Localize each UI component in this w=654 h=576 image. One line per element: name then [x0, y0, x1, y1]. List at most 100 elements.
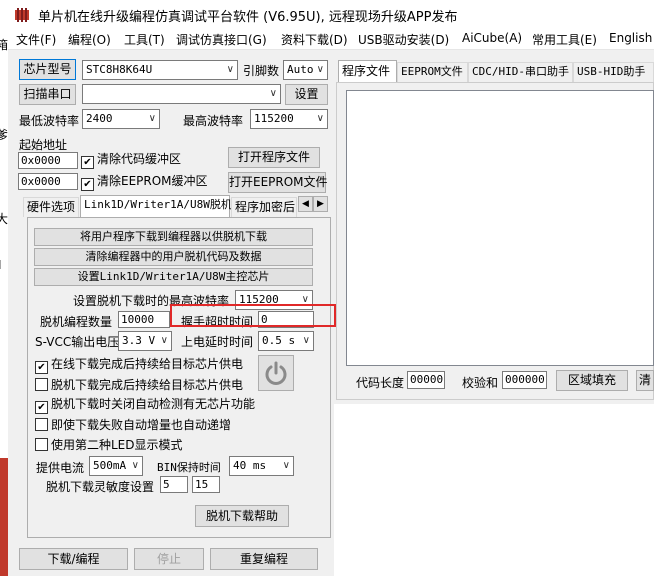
strip-image — [0, 458, 8, 576]
supply-current-value: 500mA — [93, 459, 127, 472]
keep-power-online-checkbox[interactable]: ✔ 在线下载完成后持续给目标芯片供电 — [35, 358, 243, 374]
checkbox-icon — [35, 378, 48, 391]
strip-text: 爹 — [0, 128, 8, 142]
keep-power-offline-checkbox[interactable]: 脱机下载完成后持续给目标芯片供电 — [35, 378, 243, 392]
second-led-mode-checkbox[interactable]: 使用第二种LED显示模式 — [35, 438, 183, 452]
min-baud-label: 最低波特率 — [19, 114, 80, 128]
checkbox-label: 在线下载完成后持续给目标芯片供电 — [51, 357, 244, 371]
clear-writer-code-button[interactable]: 清除编程器中的用户脱机代码及数据 — [34, 248, 313, 266]
code-editor-area[interactable] — [346, 90, 654, 366]
tab-program-encrypt[interactable]: 程序加密后 — [231, 197, 297, 217]
chip-model-button[interactable]: 芯片型号 — [19, 59, 76, 80]
code-address-input[interactable]: 0x0000 — [18, 152, 78, 169]
checkbox-icon: ✔ — [81, 178, 94, 191]
menu-file[interactable]: 文件(F) — [16, 31, 56, 48]
min-baud-select[interactable]: 2400 ∨ — [82, 109, 160, 129]
checksum-value: 000000 — [502, 371, 547, 389]
menu-usb-driver[interactable]: USB驱动安装(D) — [358, 31, 449, 48]
set-main-chip-button[interactable]: 设置Link1D/Writer1A/U8W主控芯片 — [34, 268, 313, 286]
port-select[interactable]: ∨ — [82, 84, 281, 104]
clear-eeprom-buffer-label: 清除EEPROM缓冲区 — [97, 174, 208, 188]
window-title: 单片机在线升级编程仿真调试平台软件 (V6.95U), 远程现场升级APP发布 — [38, 10, 458, 25]
disable-auto-detect-checkbox[interactable]: ✔ 脱机下载时关闭自动检测有无芯片功能 — [35, 398, 255, 414]
power-delay-label: 上电延时时间 — [181, 335, 254, 349]
clear-code-buffer-checkbox[interactable]: ✔ 清除代码缓冲区 — [81, 153, 181, 169]
stop-button[interactable]: 停止 — [134, 548, 204, 570]
checkbox-icon — [35, 418, 48, 431]
power-delay-select[interactable]: 0.5 s ∨ — [258, 331, 314, 351]
menu-bar: 文件(F) 编程(O) 工具(T) 调试仿真接口(G) 资料下载(D) USB驱… — [0, 28, 654, 50]
svcc-voltage-value: 3.3 V — [122, 334, 156, 347]
svcc-voltage-label: S-VCC输出电压 — [35, 335, 120, 349]
fill-region-button[interactable]: 区域填充 — [556, 370, 628, 391]
menu-program[interactable]: 编程(O) — [68, 31, 111, 48]
open-program-file-button[interactable]: 打开程序文件 — [228, 147, 320, 168]
tab-usb-hid-assistant[interactable]: USB-HID助手 — [573, 62, 654, 82]
menu-aicube[interactable]: AiCube(A) — [462, 31, 522, 45]
power-icon — [265, 361, 287, 385]
menu-english[interactable]: English — [609, 31, 652, 45]
log-area — [334, 404, 654, 576]
download-program-button[interactable]: 下载/编程 — [19, 548, 128, 570]
program-count-label: 脱机编程数量 — [40, 315, 113, 329]
strip-text: 大 — [0, 212, 8, 226]
sensitivity-input-a[interactable]: 5 — [160, 476, 188, 493]
max-baud-value: 115200 — [254, 112, 294, 125]
sensitivity-input-b[interactable]: 15 — [192, 476, 220, 493]
max-baud-select[interactable]: 115200 ∨ — [250, 109, 328, 129]
settings-button[interactable]: 设置 — [285, 84, 328, 105]
menu-tools[interactable]: 工具(T) — [124, 31, 165, 48]
chip-model-select[interactable]: STC8H8K64U ∨ — [82, 60, 238, 80]
tab-scroll-left-icon[interactable]: ◀ — [298, 196, 313, 212]
tab-eeprom-file[interactable]: EEPROM文件 — [397, 62, 468, 82]
menu-common-tools[interactable]: 常用工具(E) — [532, 31, 597, 48]
download-to-writer-button[interactable]: 将用户程序下载到编程器以供脱机下载 — [34, 228, 313, 246]
max-baud-label: 最高波特率 — [183, 114, 244, 128]
auto-increment-checkbox[interactable]: 即使下载失败自动增量也自动递增 — [35, 418, 231, 432]
pin-count-label: 引脚数 — [243, 64, 280, 78]
sensitivity-label: 脱机下载灵敏度设置 — [46, 480, 155, 494]
menu-download[interactable]: 资料下载(D) — [281, 31, 348, 48]
menu-debug[interactable]: 调试仿真接口(G) — [176, 31, 267, 48]
svcc-voltage-select[interactable]: 3.3 V ∨ — [118, 331, 172, 351]
tab-hardware-options[interactable]: 硬件选项 — [23, 197, 79, 217]
tab-program-file[interactable]: 程序文件 — [338, 60, 397, 82]
background-window-strip: 箱 爹 大 I — [0, 28, 8, 576]
checkbox-label: 脱机下载完成后持续给目标芯片供电 — [51, 378, 244, 392]
checkbox-label: 脱机下载时关闭自动检测有无芯片功能 — [51, 397, 256, 411]
chevron-down-icon: ∨ — [131, 460, 139, 471]
chevron-down-icon: ∨ — [269, 88, 277, 99]
offline-help-button[interactable]: 脱机下载帮助 — [195, 505, 289, 527]
checkbox-icon — [35, 438, 48, 451]
program-count-input[interactable]: 10000 — [118, 311, 170, 328]
chip-model-value: STC8H8K64U — [86, 63, 153, 76]
repeat-program-button[interactable]: 重复编程 — [210, 548, 318, 570]
checkbox-icon: ✔ — [81, 156, 94, 169]
power-delay-value: 0.5 s — [262, 334, 296, 347]
pin-count-value: Auto — [287, 63, 314, 76]
bin-hold-label: BIN保持时间 — [157, 461, 221, 474]
clear-button[interactable]: 清 — [636, 370, 654, 391]
tab-offline-writer[interactable]: Link1D/Writer1A/U8W脱机 — [80, 195, 232, 217]
chevron-down-icon: ∨ — [226, 64, 234, 75]
min-baud-value: 2400 — [86, 112, 113, 125]
scan-port-button[interactable]: 扫描串口 — [19, 84, 76, 105]
tab-scroll-right-icon[interactable]: ▶ — [313, 196, 328, 212]
tab-serial-assistant[interactable]: CDC/HID-串口助手 — [468, 62, 573, 82]
pin-count-select[interactable]: Auto ∨ — [283, 60, 328, 80]
code-length-value: 00000 — [407, 371, 445, 389]
supply-current-select[interactable]: 500mA ∨ — [89, 456, 143, 476]
checkbox-label: 使用第二种LED显示模式 — [51, 438, 183, 452]
chevron-down-icon: ∨ — [282, 460, 290, 471]
chevron-down-icon: ∨ — [316, 113, 324, 124]
open-eeprom-file-button[interactable]: 打开EEPROM文件 — [228, 172, 328, 193]
checkbox-label: 即使下载失败自动增量也自动递增 — [51, 418, 232, 432]
bin-hold-select[interactable]: 40 ms ∨ — [229, 456, 294, 476]
clear-eeprom-buffer-checkbox[interactable]: ✔ 清除EEPROM缓冲区 — [81, 175, 208, 191]
chevron-down-icon: ∨ — [316, 64, 324, 75]
bin-hold-value: 40 ms — [233, 459, 267, 472]
clear-code-buffer-label: 清除代码缓冲区 — [97, 152, 182, 166]
eeprom-address-input[interactable]: 0x0000 — [18, 173, 78, 190]
code-length-label: 代码长度 — [356, 376, 405, 390]
power-button[interactable] — [258, 355, 294, 391]
